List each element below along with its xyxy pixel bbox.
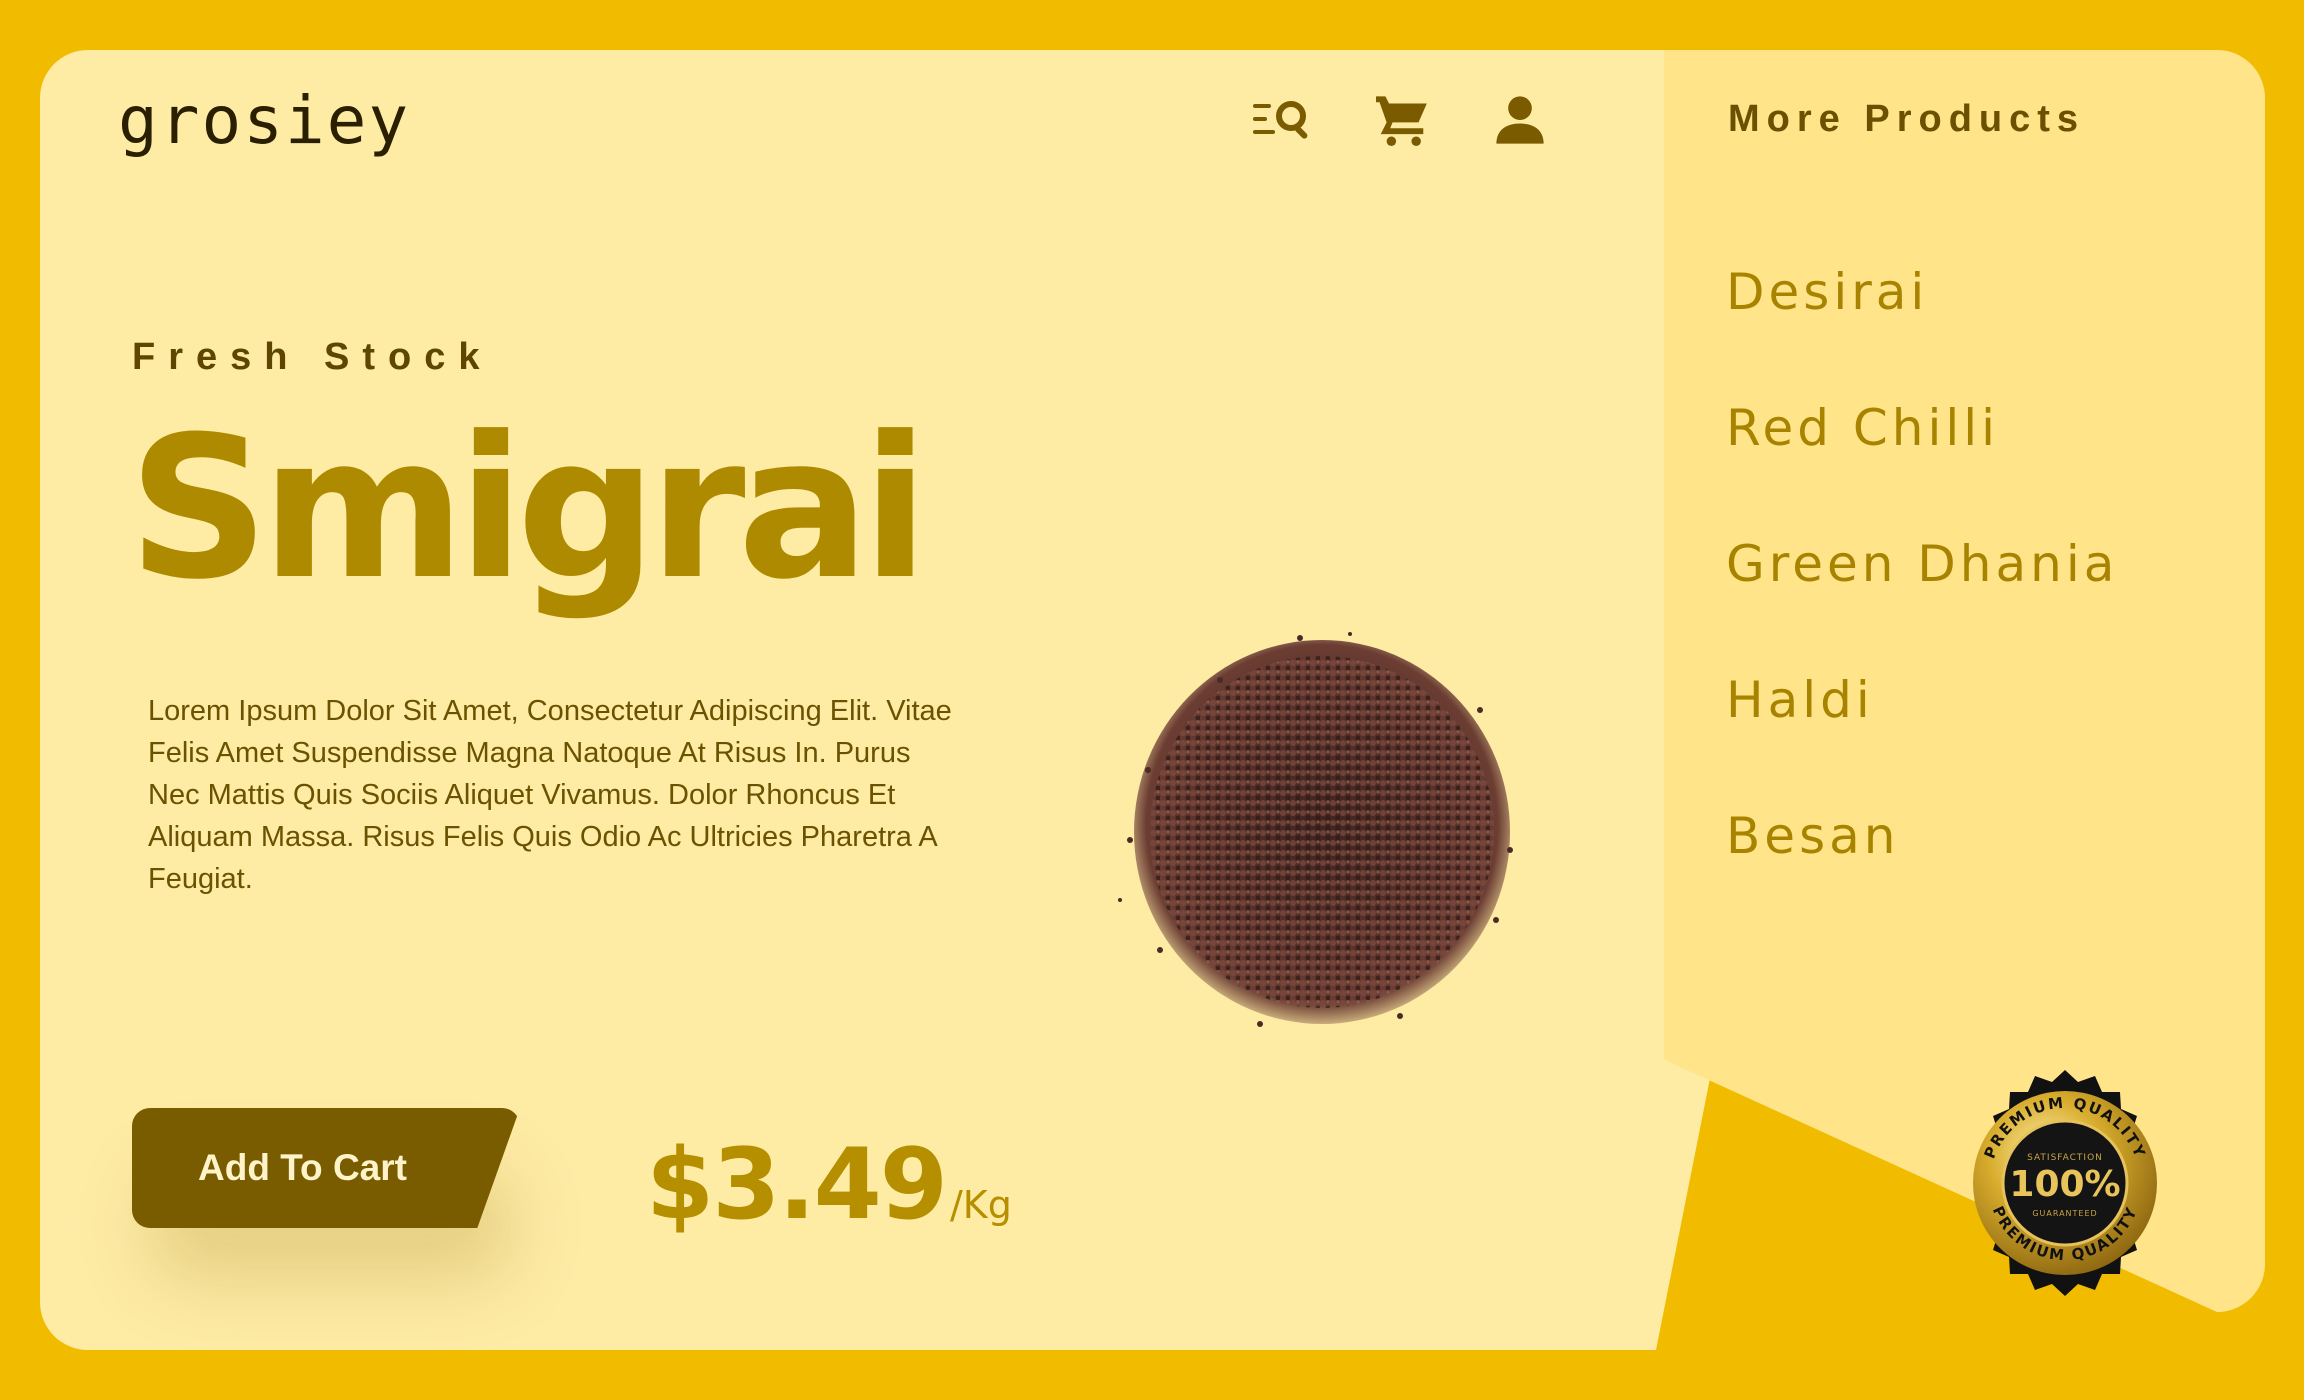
product-link-besan[interactable]: Besan xyxy=(1726,800,2118,936)
badge-sub-text: GUARANTEED xyxy=(2032,1209,2097,1218)
badge-middle-text: SATISFACTION xyxy=(2027,1153,2103,1163)
price-amount: $3.49 xyxy=(646,1128,948,1242)
eyebrow-label: Fresh Stock xyxy=(132,336,493,378)
search-menu-icon[interactable] xyxy=(1252,92,1316,148)
user-icon[interactable] xyxy=(1488,92,1552,148)
product-link-haldi[interactable]: Haldi xyxy=(1726,664,2118,800)
shopping-cart-icon[interactable] xyxy=(1370,92,1434,148)
product-link-green-dhania[interactable]: Green Dhania xyxy=(1726,528,2118,664)
add-to-cart-button[interactable]: Add To Cart xyxy=(132,1108,520,1228)
brand-logo[interactable]: grosiey xyxy=(118,82,410,159)
seed-pile-image xyxy=(1118,632,1513,1027)
product-description: Lorem Ipsum Dolor Sit Amet, Consectetur … xyxy=(148,695,952,895)
product-title: Smigrai xyxy=(128,395,929,623)
price: $3.49/Kg xyxy=(646,1128,1012,1242)
more-products-list: Desirai Red Chilli Green Dhania Haldi Be… xyxy=(1726,256,2118,936)
product-link-desirai[interactable]: Desirai xyxy=(1726,256,2118,392)
premium-quality-badge: PREMIUM QUALITY PREMIUM QUALITY SATISFAC… xyxy=(1973,1070,2157,1296)
badge-value: 100% xyxy=(2009,1164,2120,1205)
product-link-red-chilli[interactable]: Red Chilli xyxy=(1726,392,2118,528)
price-unit: /Kg xyxy=(949,1183,1012,1227)
more-products-title: More Products xyxy=(1728,98,2086,140)
header-actions xyxy=(1252,92,1552,148)
add-to-cart-label: Add To Cart xyxy=(198,1147,407,1188)
